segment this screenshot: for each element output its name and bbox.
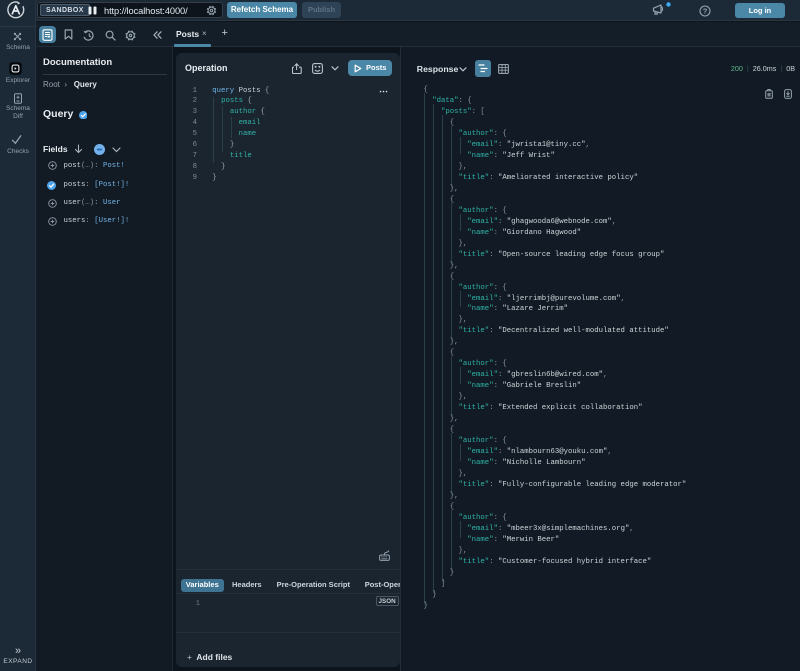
svg-text:?: ?	[703, 7, 708, 16]
